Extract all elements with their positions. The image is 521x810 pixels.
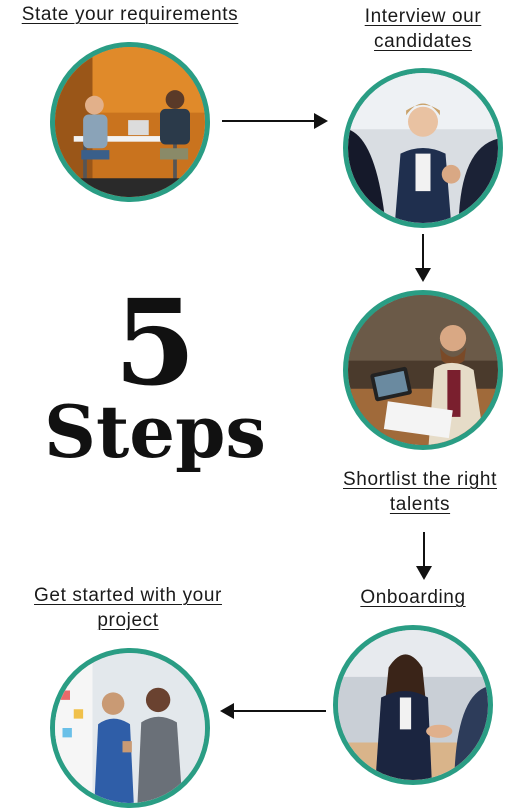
- meeting-illustration: [55, 47, 205, 197]
- step-4-label: Onboarding: [360, 587, 466, 608]
- arrow-left-icon: [220, 703, 326, 719]
- step-3-label: Shortlist the right talents: [343, 469, 497, 515]
- step-1-label: State your requirements: [21, 4, 239, 25]
- arrow-down-icon: [416, 532, 432, 580]
- handshake-illustration: [338, 630, 488, 780]
- step-1-photo: [50, 42, 210, 202]
- step-2-photo: [343, 68, 503, 228]
- project-discussion-illustration: [55, 653, 205, 803]
- video-call-illustration: [348, 295, 498, 445]
- step-5-photo: [50, 648, 210, 808]
- arrow-right-icon: [222, 113, 328, 129]
- step-3-photo: [343, 290, 503, 450]
- step-2-label: Interview our candidates: [364, 6, 482, 52]
- interview-illustration: [348, 73, 498, 223]
- headline-word: Steps: [44, 389, 266, 474]
- headline-number: 5: [113, 273, 197, 412]
- step-5-label: Get started with your project: [34, 585, 222, 631]
- step-4-photo: [333, 625, 493, 785]
- arrow-down-icon: [415, 234, 431, 282]
